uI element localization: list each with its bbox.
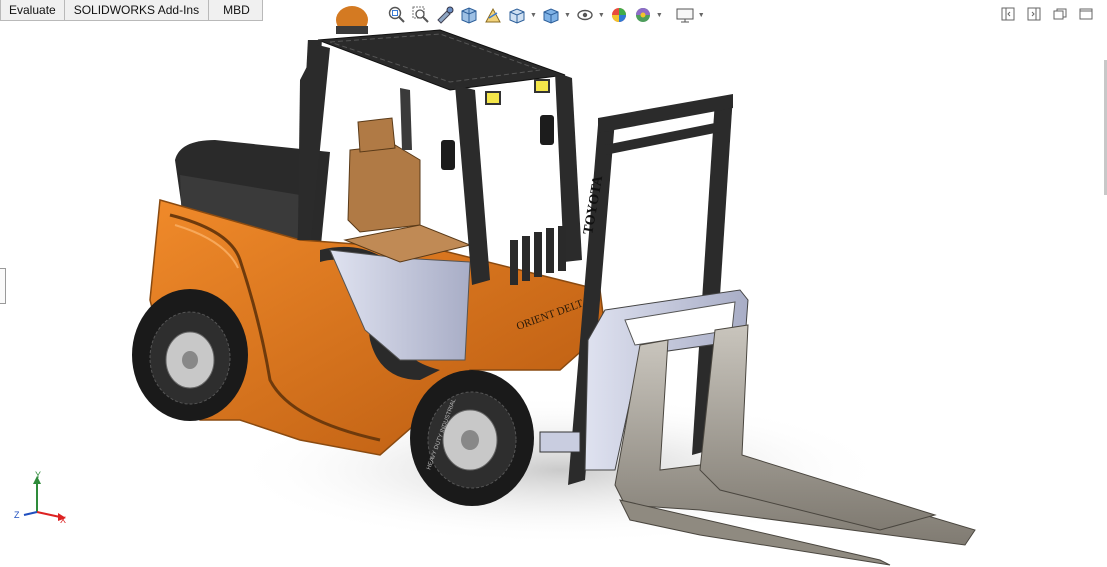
triad-x-label: X <box>60 515 66 525</box>
headlight <box>485 91 501 105</box>
reference-triad: Y X Z <box>14 470 66 525</box>
graphics-area[interactable]: ORIENT DELTA TOYOTA HEAVY DUTY INDUSTRIA… <box>0 0 1107 567</box>
seat-back <box>347 144 421 233</box>
front-wheel: HEAVY DUTY INDUSTRIAL <box>410 370 534 506</box>
rear-wheel <box>132 289 248 421</box>
overhead-guard <box>317 29 566 91</box>
triad-z-label: Z <box>14 510 20 520</box>
mirror <box>540 115 554 145</box>
mirror <box>441 140 455 170</box>
headlight <box>534 79 550 93</box>
triad-y-label: Y <box>35 470 41 480</box>
